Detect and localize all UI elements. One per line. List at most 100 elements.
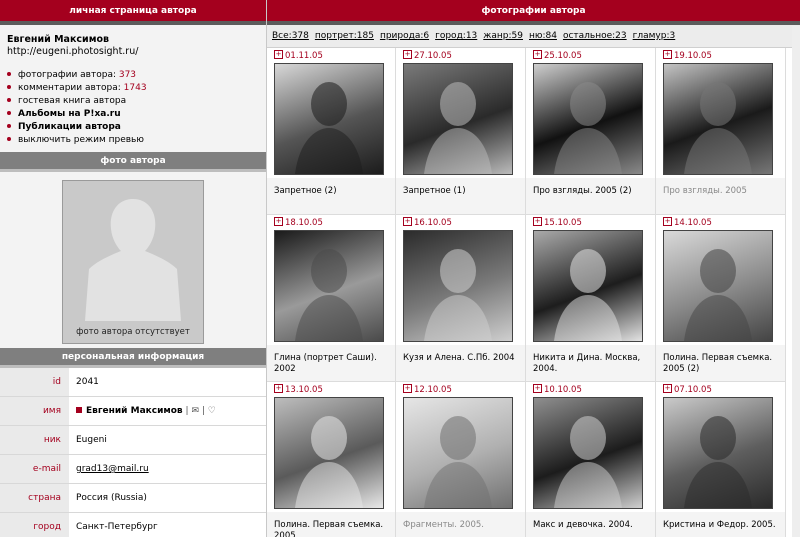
photo-thumbnail[interactable]: [533, 63, 643, 175]
photo-date[interactable]: +10.10.05: [533, 384, 582, 395]
photo-date[interactable]: +14.10.05: [663, 217, 712, 228]
photo-card: +14.10.05 Полина. Первая съемка. 2005 (2): [656, 215, 786, 382]
photo-thumbnail[interactable]: [403, 397, 513, 509]
author-name: Евгений Максимов: [7, 34, 109, 45]
plus-icon[interactable]: +: [533, 384, 542, 393]
photo-card: +16.10.05 Кузя и Алена. С.Пб. 2004: [396, 215, 526, 382]
author-photo-placeholder: фото автора отсутствует: [62, 180, 204, 344]
bullet-icon: [7, 136, 11, 141]
link-publications[interactable]: Публикации автора: [7, 121, 266, 134]
link-albums[interactable]: Альбомы на P!xa.ru: [7, 108, 266, 121]
photo-figure-icon: [295, 416, 363, 508]
link-preview-off[interactable]: выключить режим превью: [7, 134, 266, 147]
photo-date[interactable]: +01.11.05: [274, 50, 323, 61]
photo-thumbnail[interactable]: [663, 230, 773, 342]
bullet-icon: [7, 97, 11, 102]
plus-icon[interactable]: +: [274, 384, 283, 393]
photo-date[interactable]: +13.10.05: [274, 384, 323, 395]
photo-date[interactable]: +07.10.05: [663, 384, 712, 395]
photo-title[interactable]: Глина (портрет Саши). 2002: [274, 353, 394, 375]
plus-icon[interactable]: +: [403, 50, 412, 59]
photo-title[interactable]: Никита и Дина. Москва, 2004.: [533, 353, 653, 375]
photo-card: +13.10.05 Полина. Первая съемка. 2005: [267, 382, 396, 537]
category-filter: Все:378 портрет:185 природа:6 город:13 ж…: [267, 25, 800, 48]
plus-icon[interactable]: +: [533, 50, 542, 59]
author-url[interactable]: http://eugeni.photosight.ru/: [7, 46, 266, 57]
plus-icon[interactable]: +: [274, 50, 283, 59]
photo-thumbnail[interactable]: [403, 63, 513, 175]
author-photo-header: фото автора: [0, 152, 266, 172]
category-city[interactable]: город:13: [435, 31, 477, 41]
photo-title[interactable]: Запретное (1): [403, 186, 523, 197]
info-row-id: id 2041: [0, 368, 266, 397]
info-row-nick: ник Eugeni: [0, 425, 266, 455]
link-guestbook[interactable]: гостевая книга автора: [7, 95, 266, 108]
author-links: фотографии автора: 373 комментарии автор…: [0, 69, 266, 147]
photo-title[interactable]: Кузя и Алена. С.Пб. 2004: [403, 353, 523, 364]
plus-icon[interactable]: +: [403, 384, 412, 393]
photo-card: +18.10.05 Глина (портрет Саши). 2002: [267, 215, 396, 382]
photo-figure-icon: [684, 416, 752, 508]
mail-icon[interactable]: ✉: [191, 406, 199, 416]
photo-date[interactable]: +25.10.05: [533, 50, 582, 61]
personal-info-header: персональная информация: [0, 348, 266, 368]
plus-icon[interactable]: +: [663, 50, 672, 59]
plus-icon[interactable]: +: [533, 217, 542, 226]
photo-thumbnail[interactable]: [274, 230, 384, 342]
photo-title[interactable]: Полина. Первая съемка. 2005: [274, 520, 394, 537]
photo-figure-icon: [554, 82, 622, 174]
photo-thumbnail[interactable]: [274, 63, 384, 175]
plus-icon[interactable]: +: [274, 217, 283, 226]
personal-info-table: id 2041 имя Евгений Максимов | ✉ | ♡ ник…: [0, 368, 266, 537]
photo-card: +27.10.05 Запретное (1): [396, 48, 526, 215]
photo-date[interactable]: +12.10.05: [403, 384, 452, 395]
category-nude[interactable]: ню:84: [529, 31, 557, 41]
photo-date[interactable]: +19.10.05: [663, 50, 712, 61]
photo-card: +15.10.05 Никита и Дина. Москва, 2004.: [526, 215, 656, 382]
photo-title[interactable]: Про взгляды. 2005 (2): [533, 186, 653, 197]
info-row-name: имя Евгений Максимов | ✉ | ♡: [0, 396, 266, 426]
photo-thumbnail[interactable]: [274, 397, 384, 509]
photo-title[interactable]: Кристина и Федор. 2005.: [663, 520, 783, 531]
author-sidebar: личная страница автора Евгений Максимов …: [0, 0, 267, 537]
photo-figure-icon: [684, 82, 752, 174]
plus-icon[interactable]: +: [663, 384, 672, 393]
plus-icon[interactable]: +: [403, 217, 412, 226]
photo-date[interactable]: +18.10.05: [274, 217, 323, 228]
author-photo-section: фото автора отсутствует: [0, 172, 266, 348]
photo-card: +25.10.05 Про взгляды. 2005 (2): [526, 48, 656, 215]
photo-figure-icon: [424, 82, 492, 174]
photo-title[interactable]: Запретное (2): [274, 186, 394, 197]
photo-thumbnail[interactable]: [663, 397, 773, 509]
link-author-photos[interactable]: фотографии автора: 373: [7, 69, 266, 82]
photo-figure-icon: [684, 249, 752, 341]
photo-date[interactable]: +27.10.05: [403, 50, 452, 61]
photo-title[interactable]: Макс и девочка. 2004.: [533, 520, 653, 531]
plus-icon[interactable]: +: [663, 217, 672, 226]
email-link[interactable]: grad13@mail.ru: [76, 464, 149, 474]
photo-thumbnail[interactable]: [533, 230, 643, 342]
category-glamour[interactable]: гламур:3: [633, 31, 676, 41]
author-block: Евгений Максимов http://eugeni.photosigh…: [0, 25, 266, 57]
author-page-header: личная страница автора: [0, 0, 266, 25]
scrollbar[interactable]: [792, 26, 800, 537]
category-genre[interactable]: жанр:59: [483, 31, 523, 41]
photo-thumbnail[interactable]: [533, 397, 643, 509]
photo-thumbnail[interactable]: [663, 63, 773, 175]
category-all[interactable]: Все:378: [272, 31, 309, 41]
photo-grid: +01.11.05 Запретное (2) +27.10.05 Запретное…: [267, 48, 800, 537]
bullet-icon: [7, 84, 11, 89]
category-other[interactable]: остальное:23: [563, 31, 627, 41]
photo-date[interactable]: +16.10.05: [403, 217, 452, 228]
photo-title[interactable]: Фрагменты. 2005.: [403, 520, 523, 531]
category-nature[interactable]: природа:6: [380, 31, 429, 41]
category-portrait[interactable]: портрет:185: [315, 31, 374, 41]
photo-title[interactable]: Про взгляды. 2005: [663, 186, 783, 197]
photo-date[interactable]: +15.10.05: [533, 217, 582, 228]
photo-card: +10.10.05 Макс и девочка. 2004.: [526, 382, 656, 537]
photo-title[interactable]: Полина. Первая съемка. 2005 (2): [663, 353, 783, 375]
photo-thumbnail[interactable]: [403, 230, 513, 342]
link-author-comments[interactable]: комментарии автора: 1743: [7, 82, 266, 95]
heart-icon[interactable]: ♡: [208, 406, 216, 416]
photos-panel: фотографии автора Все:378 портрет:185 пр…: [267, 0, 800, 537]
